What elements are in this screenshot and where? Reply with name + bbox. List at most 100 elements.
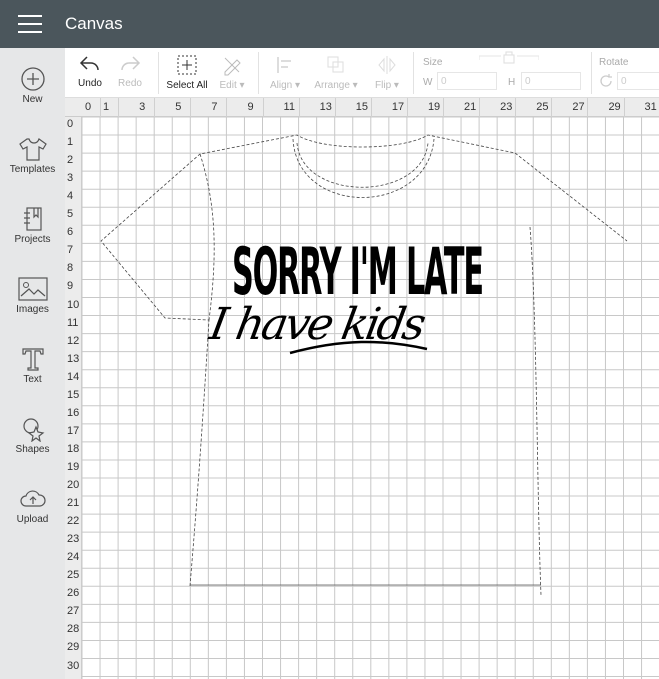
column-label: 13: [319, 101, 332, 113]
menu-icon[interactable]: [18, 15, 42, 33]
divider: [158, 52, 159, 94]
tshirt-template: [100, 134, 628, 596]
ruler-tick: [190, 98, 192, 117]
row-label: 14: [67, 370, 80, 383]
text-icon: [21, 348, 44, 371]
ruler-tick: [154, 98, 156, 117]
undo-button[interactable]: Undo: [75, 48, 105, 98]
undo-label: Undo: [78, 78, 102, 89]
rotate-input[interactable]: 0: [617, 72, 659, 90]
height-label: H: [508, 77, 516, 88]
design-line2: I have kids: [205, 299, 430, 350]
row-label: 19: [67, 460, 80, 473]
sidebar-item-projects[interactable]: Projects: [0, 206, 65, 276]
row-label: 20: [67, 479, 80, 491]
plus-circle-icon: [20, 67, 45, 91]
row-label: 27: [67, 605, 80, 618]
column-label: 19: [427, 101, 441, 113]
height-input[interactable]: 0: [521, 72, 581, 90]
edit-dropdown[interactable]: Edit ▾: [215, 48, 249, 98]
row-label: 24: [67, 551, 80, 564]
design-artwork[interactable]: SORRY I'M LATE I have kids: [205, 234, 484, 355]
width-value: 0: [441, 76, 447, 87]
edit-label: Edit ▾: [219, 80, 245, 91]
sidebar-item-shapes[interactable]: Shapes: [0, 416, 65, 486]
flip-icon: [378, 56, 396, 74]
column-label: 31: [644, 101, 657, 113]
sidebar-item-label: Templates: [9, 164, 56, 175]
column-label: 27: [572, 101, 585, 113]
row-label: 4: [67, 190, 74, 203]
align-dropdown[interactable]: Align ▾: [265, 48, 305, 98]
column-ruler: 0 1 3 5 7 9 11 13 15 17 19 21 23 25 27 29 31: [65, 98, 659, 117]
rotate-icon: [600, 74, 612, 87]
row-label: 12: [67, 334, 80, 347]
sidebar-item-text[interactable]: Text: [0, 346, 65, 416]
select-all-icon: [177, 55, 197, 75]
toolbar: Undo Redo Select All Edit ▾ Align ▾ Arra…: [65, 48, 659, 98]
rotate-label: Rotate: [599, 57, 629, 68]
arrange-icon: [327, 56, 344, 73]
ruler-tick: [100, 98, 102, 117]
row-label: 7: [67, 244, 74, 257]
row-label: 23: [67, 533, 80, 546]
ruler-tick: [298, 98, 300, 117]
column-label: 9: [247, 101, 254, 113]
row-label: 0: [67, 118, 74, 130]
ruler-tick: [443, 98, 444, 117]
divider: [591, 52, 592, 94]
column-label: 5: [175, 101, 182, 113]
top-bar: Canvas: [0, 0, 659, 48]
select-all-button[interactable]: Select All: [165, 48, 209, 98]
width-label: W: [423, 77, 433, 88]
row-label: 2: [67, 154, 74, 167]
row-label: 16: [67, 406, 80, 419]
undo-icon: [79, 56, 99, 71]
column-label: 21: [464, 101, 477, 113]
ruler-tick: [515, 98, 517, 117]
row-label: 25: [67, 569, 80, 582]
width-input[interactable]: 0: [437, 72, 497, 90]
lock-icon[interactable]: [479, 50, 539, 64]
row-label: 6: [67, 226, 74, 239]
redo-button[interactable]: Redo: [115, 48, 145, 98]
row-label: 5: [67, 208, 74, 221]
canvas-grid[interactable]: SORRY I'M LATE I have kids: [82, 117, 659, 679]
column-label: 7: [211, 101, 218, 113]
cloud-upload-icon: [19, 490, 46, 507]
sidebar-item-upload[interactable]: Upload: [0, 486, 65, 556]
row-ruler: 0 1 2 3 4 5 6 7 8 9 10 11 12 13 14 15 16 17 18 19 20 21 22 23 24…: [65, 117, 82, 679]
arrange-dropdown[interactable]: Arrange ▾: [311, 48, 361, 98]
row-label: 10: [67, 298, 80, 311]
row-label: 29: [67, 641, 80, 654]
row-label: 28: [67, 623, 80, 636]
sidebar-item-new[interactable]: New: [0, 66, 65, 136]
flip-label: Flip ▾: [375, 80, 399, 91]
row-label: 8: [67, 262, 74, 275]
row-label: 21: [67, 497, 80, 510]
sidebar-item-label: Upload: [16, 514, 49, 525]
row-label: 11: [67, 316, 79, 329]
flip-dropdown[interactable]: Flip ▾: [367, 48, 407, 98]
size-label: Size: [423, 57, 443, 68]
sidebar-item-label: Text: [23, 374, 42, 385]
select-all-label: Select All: [166, 80, 208, 91]
sidebar-item-templates[interactable]: Templates: [0, 136, 65, 206]
column-label: 15: [355, 101, 368, 113]
column-label: 11: [283, 101, 295, 113]
row-label: 13: [67, 352, 80, 365]
column-label: 29: [608, 101, 621, 113]
ruler-tick: [226, 98, 228, 117]
align-icon: [277, 57, 291, 73]
sidebar-item-images[interactable]: Images: [0, 276, 65, 346]
tshirt-icon: [18, 138, 47, 161]
ruler-tick: [370, 98, 372, 117]
divider: [413, 52, 414, 94]
design-line1: SORRY I'M LATE: [232, 234, 484, 310]
row-label: 18: [67, 442, 80, 455]
align-label: Align ▾: [269, 80, 301, 91]
arrange-label: Arrange ▾: [314, 80, 358, 91]
page-title: Canvas: [65, 14, 123, 33]
column-label: 23: [500, 101, 513, 113]
row-label: 9: [67, 280, 74, 293]
